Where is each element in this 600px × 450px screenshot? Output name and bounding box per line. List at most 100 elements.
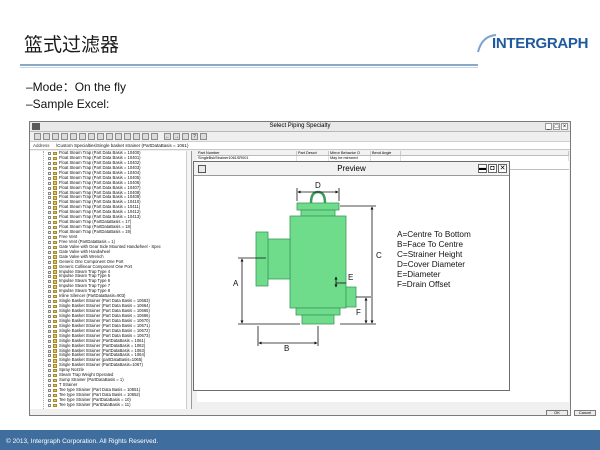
tree-expand-icon[interactable] — [48, 231, 51, 234]
grid-col-mirror-behavior[interactable]: Mirror Behavior O — [329, 151, 371, 155]
folder-icon — [53, 285, 57, 289]
tree-expand-icon[interactable] — [48, 216, 51, 220]
tree-expand-icon[interactable] — [48, 186, 51, 190]
tree-expand-icon[interactable] — [48, 221, 51, 225]
tree-expand-icon[interactable] — [48, 171, 51, 175]
tree-expand-icon[interactable] — [48, 285, 51, 289]
tree-expand-icon[interactable] — [48, 211, 51, 215]
tree-expand-icon[interactable] — [48, 196, 51, 200]
tree-expand-icon[interactable] — [48, 156, 51, 160]
folder-icon — [53, 398, 57, 403]
folder-icon — [53, 393, 57, 398]
tree-expand-icon[interactable] — [48, 161, 51, 165]
tree-expand-icon[interactable] — [48, 152, 51, 155]
folder-icon — [53, 245, 57, 249]
tree-expand-icon[interactable] — [48, 364, 51, 368]
tree-expand-icon[interactable] — [48, 270, 51, 274]
sort-icon[interactable] — [133, 133, 140, 140]
tree-expand-icon[interactable] — [48, 260, 51, 264]
grid-col-part-description[interactable]: Part Descri — [297, 151, 329, 155]
cancel-button[interactable]: Cancel — [574, 410, 596, 416]
tree-item[interactable]: Tee type Strainer (PartDataBasis = 11) — [30, 402, 191, 408]
folder-icon — [53, 156, 57, 161]
preview-close-button[interactable]: ✕ — [498, 164, 507, 173]
grid-col-part-number[interactable]: Part Number — [197, 151, 297, 155]
tree-expand-icon[interactable] — [48, 176, 51, 180]
grid-col-blank — [401, 151, 569, 155]
tree-expand-icon[interactable] — [48, 245, 51, 249]
tree-view-icon[interactable] — [52, 133, 59, 140]
tree-expand-icon[interactable] — [48, 384, 51, 388]
tree-expand-icon[interactable] — [48, 226, 51, 230]
tree-expand-icon[interactable] — [48, 191, 51, 195]
address-value[interactable]: \Custom Specialties\Single basket strain… — [56, 143, 188, 148]
delete-icon[interactable] — [79, 133, 86, 140]
tree-expand-icon[interactable] — [48, 255, 51, 259]
tree-scrollbar[interactable] — [186, 151, 191, 409]
tree-expand-icon[interactable] — [48, 354, 51, 358]
collapse-icon[interactable] — [151, 133, 158, 140]
up-folder-icon[interactable] — [182, 133, 189, 140]
filter-funnel-icon[interactable] — [200, 133, 207, 140]
tree-expand-icon[interactable] — [48, 300, 51, 304]
tree-expand-icon[interactable] — [48, 359, 51, 363]
refresh-icon[interactable] — [97, 133, 104, 140]
details-view-icon[interactable] — [43, 133, 50, 140]
tree-expand-icon[interactable] — [48, 275, 51, 279]
tree-expand-icon[interactable] — [48, 280, 51, 284]
forward-arrow-icon[interactable]: → — [173, 133, 180, 140]
footer-copyright: © 2013, Intergraph Corporation. All Righ… — [6, 438, 159, 445]
copy-icon[interactable] — [61, 133, 68, 140]
tree-expand-icon[interactable] — [48, 374, 51, 378]
tree-expand-icon[interactable] — [48, 206, 51, 210]
tree-expand-icon[interactable] — [48, 329, 51, 333]
address-bar[interactable]: Address \Custom Specialties\Single baske… — [30, 142, 570, 150]
list-view-icon[interactable] — [34, 133, 41, 140]
tree-expand-icon[interactable] — [48, 240, 51, 244]
tree-expand-icon[interactable] — [48, 201, 51, 205]
filter-icon[interactable] — [115, 133, 122, 140]
legend-item-b: B=Face To Centre — [397, 240, 464, 249]
tree-expand-icon[interactable] — [48, 314, 51, 318]
maximize-button[interactable]: □ — [553, 123, 560, 130]
tree-expand-icon[interactable] — [48, 334, 51, 338]
tree-expand-icon[interactable] — [48, 369, 51, 373]
expand-icon[interactable] — [142, 133, 149, 140]
legend-item-e: E=Diameter — [397, 270, 441, 279]
tree-expand-icon[interactable] — [48, 319, 51, 323]
grid-col-bend-angle[interactable]: Bend Angle — [371, 151, 401, 155]
tree-expand-icon[interactable] — [48, 379, 51, 383]
tree-expand-icon[interactable] — [48, 250, 51, 254]
tree-expand-icon[interactable] — [48, 290, 51, 294]
select-all-icon[interactable] — [124, 133, 131, 140]
catalog-tree[interactable]: Float Steam Trap (Part Data Basis = 1040… — [30, 151, 192, 409]
tree-expand-icon[interactable] — [48, 389, 51, 392]
tree-expand-icon[interactable] — [48, 166, 51, 170]
back-arrow-icon[interactable]: ← — [164, 133, 171, 140]
properties-icon[interactable] — [88, 133, 95, 140]
tree-expand-icon[interactable] — [48, 393, 51, 397]
minimize-button[interactable]: _ — [545, 123, 552, 130]
tree-expand-icon[interactable] — [48, 339, 51, 343]
find-icon[interactable] — [106, 133, 113, 140]
tree-expand-icon[interactable] — [48, 295, 51, 299]
tree-expand-icon[interactable] — [48, 398, 51, 402]
folder-icon — [53, 255, 57, 259]
close-button[interactable]: × — [561, 123, 568, 130]
preview-minimize-button[interactable]: ▬ — [478, 164, 487, 173]
tree-expand-icon[interactable] — [48, 181, 51, 185]
folder-icon — [53, 373, 57, 378]
tree-expand-icon[interactable] — [48, 235, 51, 239]
tree-expand-icon[interactable] — [48, 349, 51, 353]
paste-icon[interactable] — [70, 133, 77, 140]
help-icon[interactable]: ? — [191, 133, 198, 140]
tree-expand-icon[interactable] — [48, 324, 51, 328]
tree-expand-icon[interactable] — [48, 310, 51, 313]
dim-label-d: D — [315, 181, 321, 190]
ok-button[interactable]: OK — [546, 410, 568, 416]
preview-maximize-button[interactable]: ◘ — [488, 164, 497, 173]
tree-expand-icon[interactable] — [48, 305, 51, 309]
tree-expand-icon[interactable] — [48, 265, 51, 269]
tree-expand-icon[interactable] — [48, 344, 51, 348]
tree-expand-icon[interactable] — [48, 403, 51, 407]
